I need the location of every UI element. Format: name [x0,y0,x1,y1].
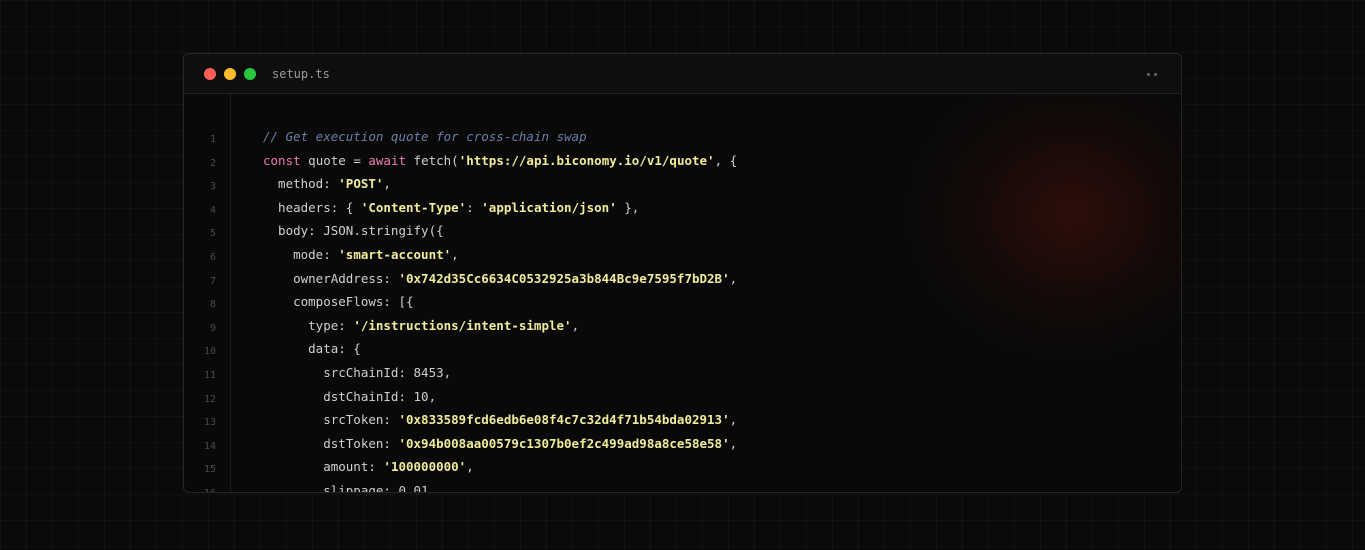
code-text: amount: '100000000', [263,459,474,475]
window-titlebar: setup.ts [184,54,1181,94]
code-token-string: '100000000' [383,459,467,475]
code-text: srcChainId: 8453, [263,365,451,381]
more-dots-icon[interactable] [1147,73,1159,77]
code-line: 15 amount: '100000000', [184,458,1181,482]
code-line: 6 mode: 'smart-account', [184,246,1181,270]
code-editor[interactable]: 1 // Get execution quote for cross-chain … [184,94,1181,492]
line-number: 14 [203,440,216,452]
close-dot-icon[interactable] [204,68,216,80]
code-token-plain: , [729,270,738,286]
code-token-plain: headers: { [263,199,361,215]
code-token-plain: , [729,435,738,451]
maximize-dot-icon[interactable] [244,68,256,80]
code-text: dstChainId: 10, [263,389,436,405]
code-line: 7 ownerAddress: '0x742d35Cc6634C0532925a… [184,270,1181,294]
line-number: 7 [209,275,216,287]
code-token-plain: , [451,247,459,262]
code-token-keyword: await [368,152,407,168]
code-text: headers: { 'Content-Type': 'application/… [263,200,639,216]
line-number: 6 [209,252,216,263]
file-tab-name: setup.ts [272,67,330,81]
line-number: 15 [203,464,216,476]
code-token-string: '0x833589fcd6edb6e08f4c7c32d4f71b54bda02… [398,412,730,428]
code-window: setup.ts 1 // Get execution quote for cro… [183,53,1182,493]
code-token-plain: , [383,176,391,192]
code-text: data: { [263,341,361,357]
code-token-plain: method: [263,176,339,192]
code-line: 12 dstChainId: 10, [184,388,1181,412]
line-number: 12 [203,393,216,405]
code-line: 1 // Get execution quote for cross-chain … [184,128,1181,152]
code-token-comment: // Get execution quote for cross-chain s… [263,129,587,144]
code-text: slippage: 0.01 [263,483,429,492]
code-token-string: 'POST' [338,176,384,192]
line-number: 4 [209,204,216,216]
code-token-plain: srcToken: [263,412,399,428]
code-token-plain: fetch( [406,152,459,168]
line-number: 11 [203,370,216,381]
code-text: ownerAddress: '0x742d35Cc6634C0532925a3b… [263,271,737,287]
code-token-string: 'smart-account' [338,247,452,262]
code-line: 11 srcChainId: 8453, [184,364,1181,388]
code-token-plain: composeFlows: [{ [263,294,414,310]
code-token-keyword: const [263,152,301,168]
line-number: 5 [209,228,216,240]
code-line: 2 const quote = await fetch('https://api.… [184,152,1181,176]
code-token-string: '0x94b008aa00579c1307b0ef2c499ad98a8ce58… [398,435,730,451]
line-number: 9 [209,322,216,334]
line-number: 1 [209,134,216,145]
code-token-string: '/instructions/intent-simple' [353,317,572,333]
code-token-string: 'Content-Type' [360,199,467,215]
code-text: // Get execution quote for cross-chain s… [263,129,587,145]
code-line: 13 srcToken: '0x833589fcd6edb6e08f4c7c32… [184,411,1181,435]
code-text: mode: 'smart-account', [263,247,459,263]
code-token-plain: , { [714,152,738,168]
code-text: dstToken: '0x94b008aa00579c1307b0ef2c499… [263,436,737,452]
code-token-plain: dstChainId: 10, [263,388,437,404]
code-line: 3 method: 'POST', [184,175,1181,199]
code-token-plain: srcChainId: 8453, [263,365,452,380]
code-token-plain: , [571,317,580,333]
code-token-plain: quote = [300,152,369,168]
code-token-plain: amount: [263,459,384,475]
line-number: 8 [209,299,216,311]
code-line: 9 type: '/instructions/intent-simple', [184,317,1181,341]
code-token-plain: , [466,459,474,475]
code-token-plain: , [729,412,738,428]
code-token-plain: : [466,199,482,215]
code-token-plain: body: JSON.stringify({ [263,223,444,239]
code-text: srcToken: '0x833589fcd6edb6e08f4c7c32d4f… [263,412,737,428]
code-token-plain: }, [616,199,640,215]
code-text: const quote = await fetch('https://api.b… [263,153,737,169]
code-token-string: 'https://api.biconomy.io/v1/quote' [458,152,715,168]
line-number: 2 [209,157,216,169]
line-number: 13 [203,417,216,429]
code-token-plain: type: [263,317,354,333]
code-line: 4 headers: { 'Content-Type': 'applicatio… [184,199,1181,223]
code-token-plain: mode: [263,247,339,262]
minimize-dot-icon[interactable] [224,68,236,80]
code-text: method: 'POST', [263,176,391,192]
code-text: type: '/instructions/intent-simple', [263,318,579,334]
line-number: 3 [209,181,216,193]
code-text: composeFlows: [{ [263,294,414,310]
code-line: 10 data: { [184,340,1181,364]
code-line: 5 body: JSON.stringify({ [184,222,1181,246]
code-token-string: 'application/json' [481,199,617,215]
code-token-string: '0x742d35Cc6634C0532925a3b844Bc9e7595f7b… [398,270,730,286]
code-token-plain: data: { [263,341,361,357]
code-text: body: JSON.stringify({ [263,223,444,239]
code-token-plain: dstToken: [263,435,399,451]
code-token-plain: ownerAddress: [263,270,399,286]
line-number: 16 [184,486,216,492]
code-token-plain: slippage: 0.01 [263,483,429,492]
code-line: 14 dstToken: '0x94b008aa00579c1307b0ef2c… [184,435,1181,459]
line-number: 10 [203,346,216,358]
code-line: 16 slippage: 0.01 [184,482,1181,492]
code-line: 8 composeFlows: [{ [184,293,1181,317]
